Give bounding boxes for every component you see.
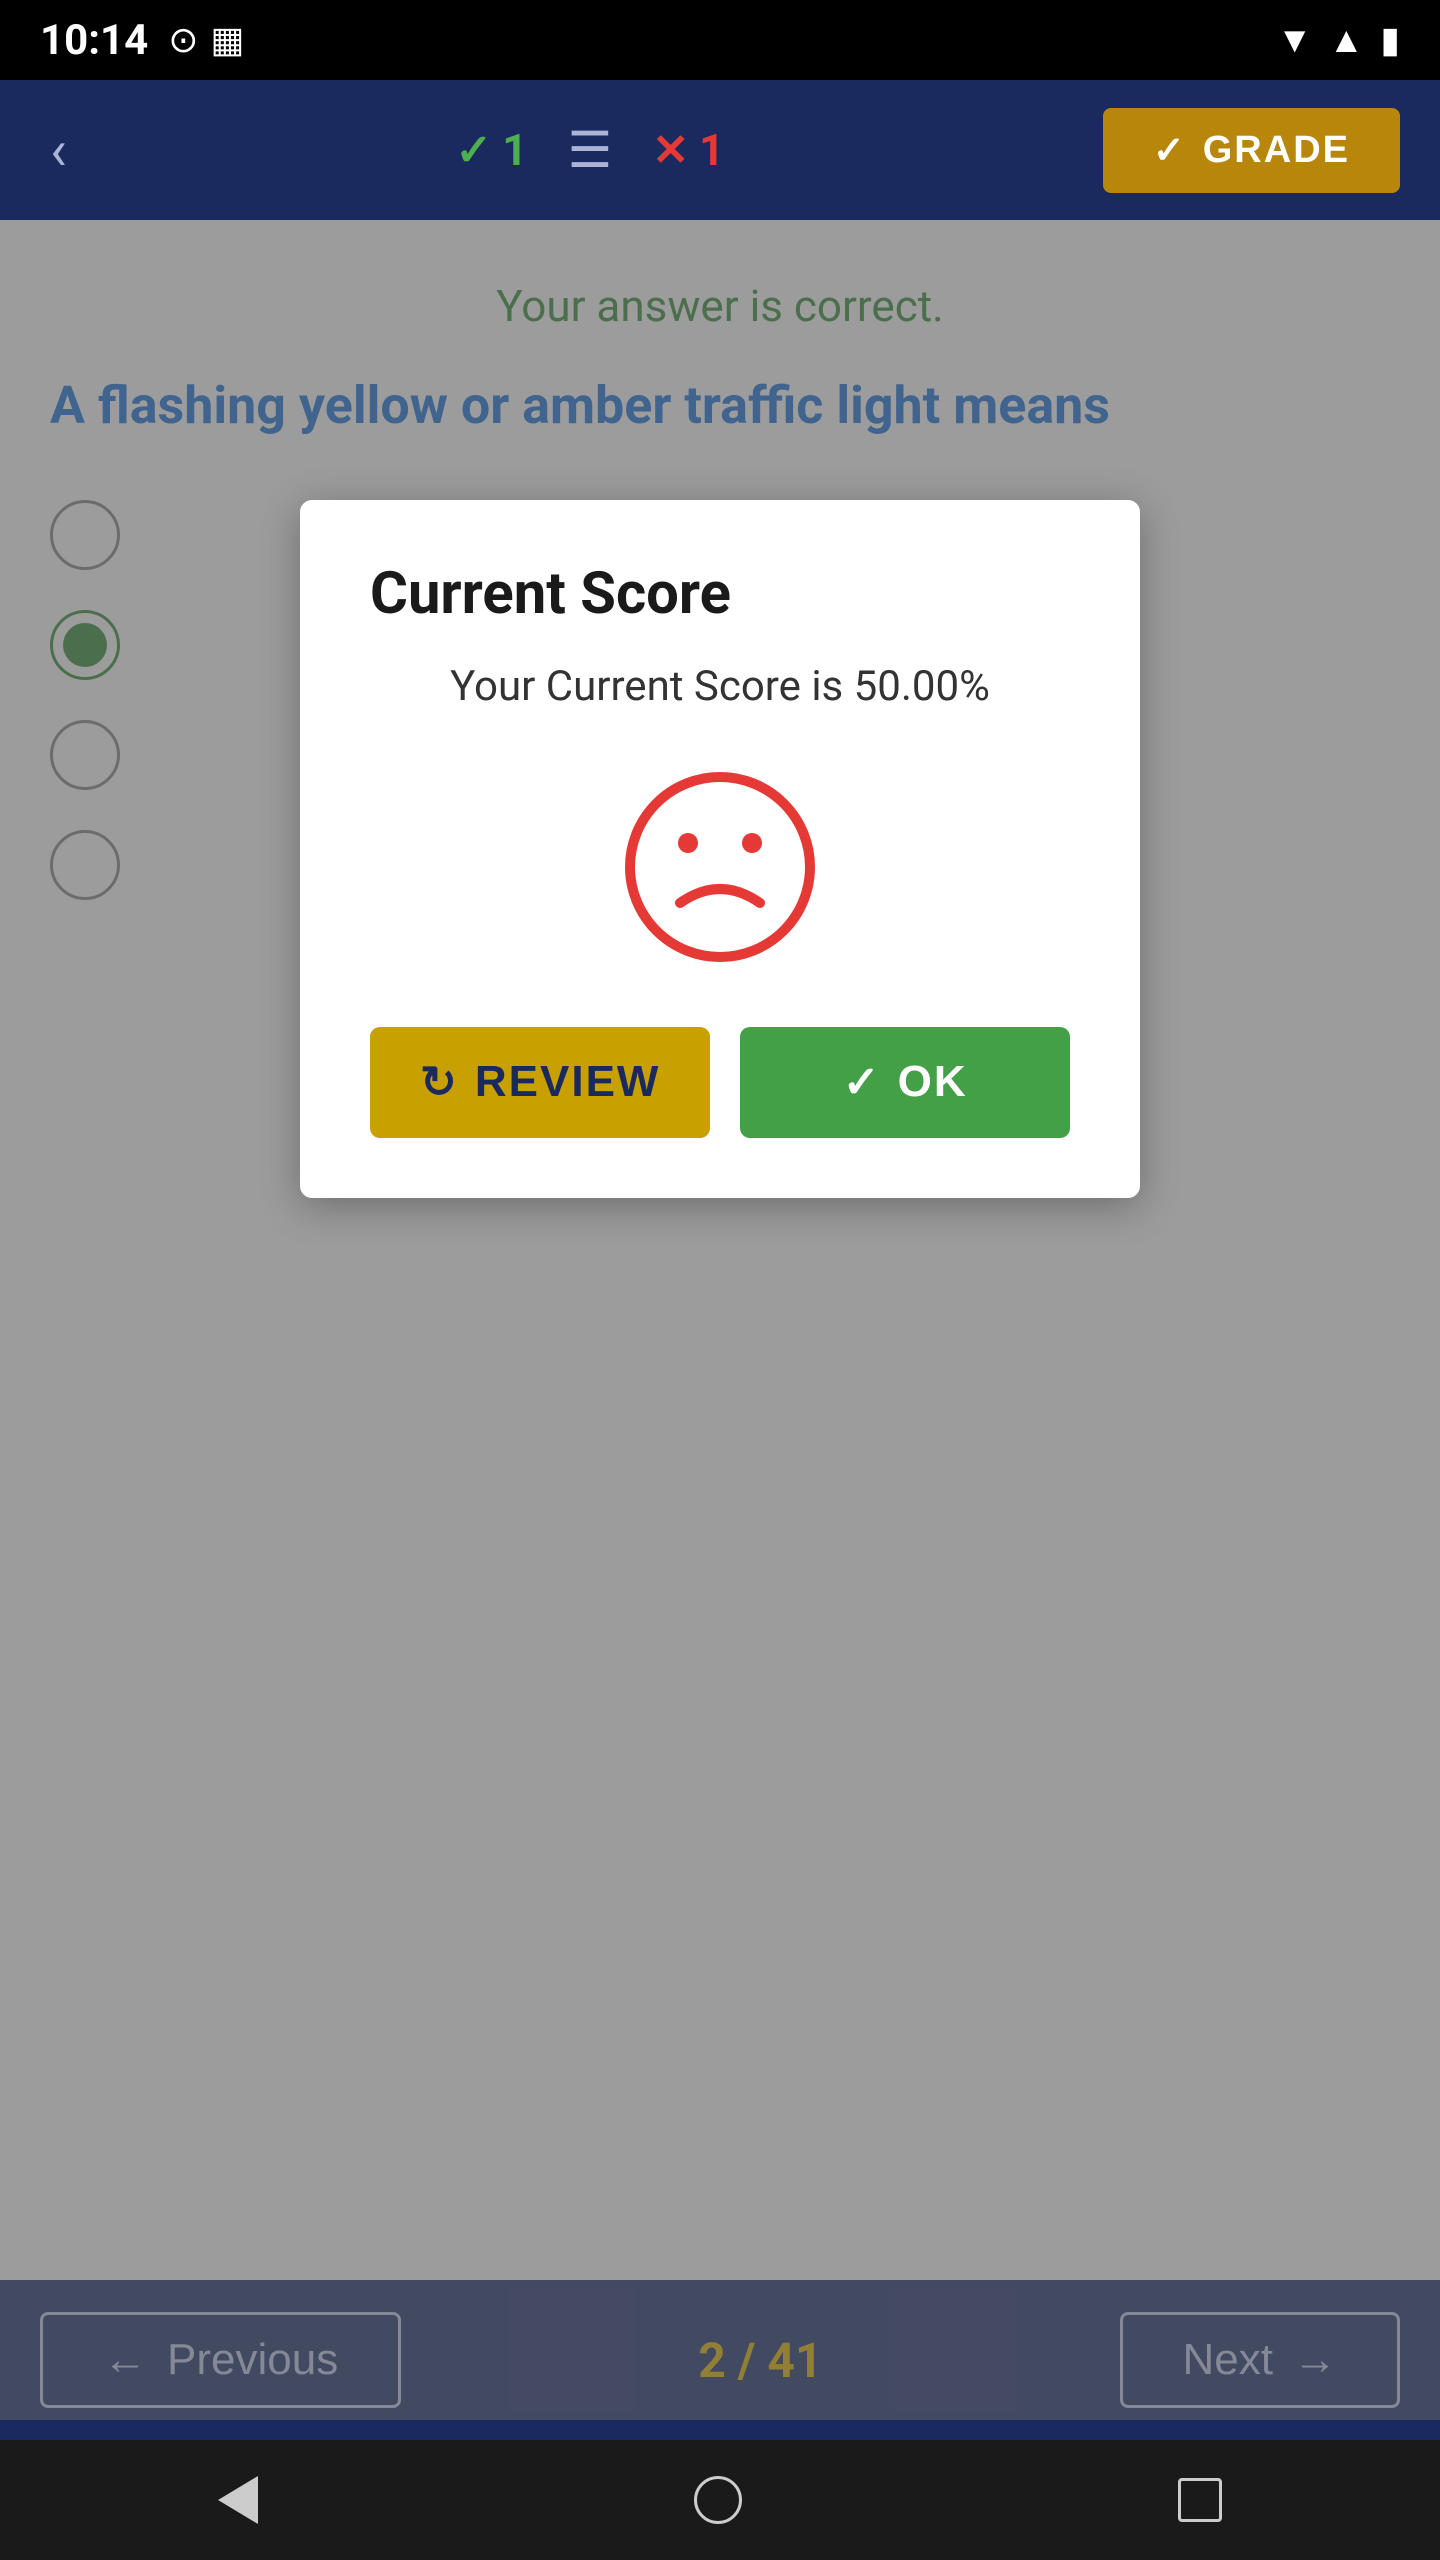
back-triangle-icon [218,2476,258,2524]
checkmark-icon: ✓ [455,124,492,176]
android-home-button[interactable] [694,2476,742,2524]
review-icon: ↻ [420,1057,459,1108]
modal-buttons: ↻ REVIEW ✓ OK [370,1027,1070,1138]
signal-icon: ▲ [1329,19,1365,61]
back-button[interactable]: ‹ [40,107,77,193]
top-nav: ‹ ✓ 1 ☰ ✕ 1 ✓ GRADE [0,80,1440,220]
menu-icon[interactable]: ☰ [567,121,612,180]
grade-label: GRADE [1203,129,1350,172]
ok-label: OK [898,1057,968,1107]
home-circle-icon [694,2476,742,2524]
grade-button[interactable]: ✓ GRADE [1103,108,1400,193]
android-recents-button[interactable] [1178,2478,1222,2522]
ok-button[interactable]: ✓ OK [740,1027,1070,1138]
status-bar: 10:14 ⊙ ▦ ▼ ▲ ▮ [0,0,1440,80]
modal-score-text: Your Current Score is 50.00% [370,658,1070,717]
review-button[interactable]: ↻ REVIEW [370,1027,710,1138]
sad-face-icon [620,767,820,967]
grade-checkmark-icon: ✓ [1153,128,1187,173]
correct-number: 1 [502,124,527,176]
recents-square-icon [1178,2478,1222,2522]
nav-center: ✓ 1 ☰ ✕ 1 [455,121,724,180]
ok-checkmark-icon: ✓ [843,1057,882,1108]
wifi-icon: ▼ [1277,19,1313,61]
modal-box: Current Score Your Current Score is 50.0… [300,500,1140,1198]
modal-face-container [370,767,1070,967]
android-back-button[interactable] [218,2476,258,2524]
modal-overlay: Current Score Your Current Score is 50.0… [0,220,1440,2420]
battery-icon: ▮ [1380,19,1400,61]
status-bar-left: 10:14 ⊙ ▦ [40,16,244,65]
cross-icon: ✕ [652,124,689,176]
status-icons-right: ▼ ▲ ▮ [1277,19,1400,61]
sim-icon: ▦ [210,19,244,61]
main-content: Your answer is correct. A flashing yello… [0,220,1440,2420]
status-icons-left: ⊙ ▦ [168,19,244,61]
incorrect-number: 1 [699,124,724,176]
android-nav-bar [0,2440,1440,2560]
correct-count: ✓ 1 [455,124,527,176]
incorrect-count: ✕ 1 [652,124,724,176]
status-time: 10:14 [40,16,148,65]
notification-icon: ⊙ [168,19,198,61]
review-label: REVIEW [475,1057,661,1107]
modal-title: Current Score [370,560,731,628]
